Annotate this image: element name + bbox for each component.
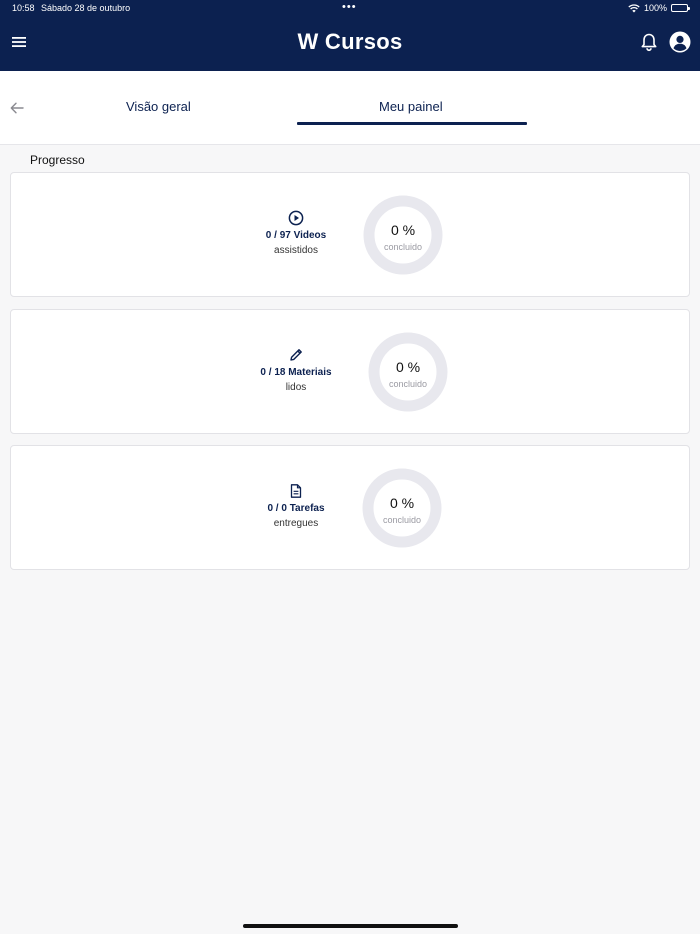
tasks-percent-label: concluido — [382, 515, 422, 525]
home-indicator[interactable] — [243, 924, 458, 928]
videos-percent: 0 % — [390, 222, 416, 238]
videos-progress-ring: 0 % concluido — [363, 195, 443, 275]
tasks-label: entregues — [273, 518, 319, 529]
tab-overview[interactable]: Visão geral — [126, 99, 191, 114]
tasks-stat: 0 / 0 Tarefas entregues — [226, 483, 366, 532]
app-title: W Cursos — [297, 29, 403, 54]
status-date: Sábado 28 de outubro — [41, 3, 131, 13]
materials-progress-ring: 0 % concluido — [368, 332, 448, 412]
bell-icon[interactable] — [639, 32, 659, 52]
status-time: 10:58 — [12, 3, 35, 13]
tab-my-dashboard[interactable]: Meu painel — [379, 99, 443, 114]
user-avatar-icon[interactable] — [669, 31, 691, 53]
tab-bar: Visão geral Meu painel — [0, 71, 700, 145]
status-right: 100% — [628, 3, 690, 13]
battery-percent: 100% — [643, 3, 667, 13]
tasks-percent: 0 % — [389, 495, 415, 511]
materials-percent: 0 % — [395, 359, 421, 375]
multitasking-dots[interactable]: ••• — [342, 1, 357, 13]
videos-count: 0 / 97 Videos — [265, 230, 327, 241]
materials-count: 0 / 18 Materiais — [260, 367, 332, 378]
progress-section-title: Progresso — [30, 153, 85, 167]
progress-card-materials: 0 / 18 Materiais lidos 0 % concluido — [10, 309, 690, 434]
videos-percent-label: concluido — [383, 242, 423, 252]
active-tab-indicator — [297, 122, 527, 125]
document-icon — [290, 484, 302, 498]
tasks-progress-ring: 0 % concluido — [362, 468, 442, 548]
wifi-icon — [628, 3, 640, 12]
materials-label: lidos — [285, 382, 307, 393]
battery-icon — [671, 4, 690, 12]
videos-label: assistidos — [274, 245, 318, 256]
progress-card-videos: 0 / 97 Videos assistidos 0 % concluido — [10, 172, 690, 297]
pencil-icon — [290, 349, 302, 361]
back-arrow-icon[interactable] — [9, 100, 25, 116]
play-circle-icon — [288, 210, 304, 226]
app-header: 10:58 Sábado 28 de outubro ••• 100% W Cu… — [0, 0, 700, 71]
status-bar: 10:58 Sábado 28 de outubro ••• 100% — [0, 0, 700, 16]
materials-percent-label: concluido — [388, 379, 428, 389]
materials-stat: 0 / 18 Materiais lidos — [226, 347, 366, 396]
videos-stat: 0 / 97 Videos assistidos — [226, 210, 366, 259]
progress-card-tasks: 0 / 0 Tarefas entregues 0 % concluido — [10, 445, 690, 570]
tasks-count: 0 / 0 Tarefas — [267, 503, 325, 514]
